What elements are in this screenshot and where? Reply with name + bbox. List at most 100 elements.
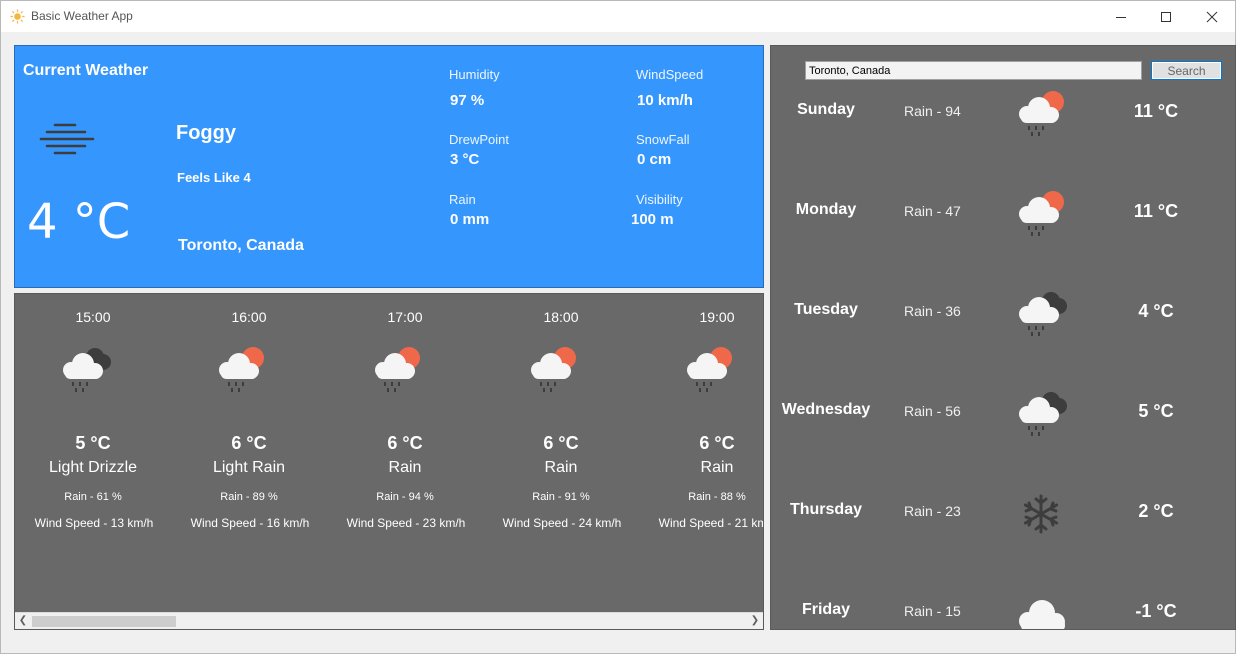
hour-temperature: 6 °C [231, 433, 267, 453]
scroll-right-icon[interactable]: ❯ [749, 615, 761, 627]
scroll-left-icon[interactable]: ❮ [17, 615, 29, 627]
rain-value: 0 mm [450, 211, 490, 228]
hour-condition: Light Drizzle [48, 459, 138, 476]
hour-condition: Rain [388, 459, 422, 476]
hour-time: 17:00 [387, 309, 423, 325]
hour-temperature: 5 °C [75, 433, 111, 453]
hour-temperature: 6 °C [387, 433, 423, 453]
cloud-sun-rain-icon [531, 347, 576, 392]
close-button[interactable] [1189, 1, 1235, 32]
snowflake-icon [1023, 494, 1059, 534]
visibility-label: Visibility [636, 192, 683, 207]
humidity-value: 97 % [450, 92, 485, 109]
day-name: Sunday [797, 101, 855, 118]
hour-rain-chance: Rain - 88 % [688, 491, 746, 503]
fog-icon [39, 123, 95, 155]
hourly-item: 18:00 6 °C Rain Rain - 91 % Wind Speed -… [483, 294, 639, 604]
daily-item: Monday Rain - 47 11 °C [771, 154, 1235, 254]
windspeed-value: 10 km/h [637, 92, 693, 109]
snowfall-value: 0 cm [637, 151, 672, 168]
daily-forecast-panel: Sunday Rain - 94 11 °C Monday Rain - 47 … [770, 45, 1236, 630]
hour-rain-chance: Rain - 89 % [220, 491, 278, 503]
daily-item: Wednesday Rain - 56 5 °C [771, 354, 1235, 454]
day-rain: Rain - 36 [904, 303, 961, 319]
visibility-value: 100 m [631, 211, 674, 228]
cloud-sun-rain-icon [1019, 91, 1064, 136]
humidity-label: Humidity [449, 67, 500, 82]
day-name: Thursday [789, 501, 862, 518]
day-temperature: 4 °C [1138, 301, 1174, 321]
snowfall-label: SnowFall [636, 132, 690, 147]
day-temperature: 11 °C [1133, 201, 1179, 221]
windspeed-label: WindSpeed [636, 67, 704, 82]
title-bar: Basic Weather App [1, 1, 1235, 32]
day-rain: Rain - 15 [904, 603, 961, 619]
day-name: Monday [795, 201, 857, 218]
scrollbar-thumb[interactable] [32, 616, 176, 627]
sun-app-icon [10, 9, 25, 24]
hour-wind-speed: Wind Speed - 13 km/h [34, 516, 154, 530]
current-location: Toronto, Canada [178, 237, 304, 254]
cloud-night-rain-icon [63, 348, 111, 392]
maximize-icon [1161, 11, 1171, 22]
feels-like: Feels Like 4 [177, 170, 251, 185]
cloud-sun-rain-icon [219, 347, 264, 392]
cloud-night-rain-icon [1019, 292, 1067, 336]
hour-time: 15:00 [75, 309, 111, 325]
day-name: Friday [801, 601, 850, 618]
day-rain: Rain - 56 [904, 403, 961, 419]
daily-item: Friday Rain - 15 -1 °C [771, 554, 1235, 629]
day-temperature: 5 °C [1138, 401, 1174, 421]
app-window: Basic Weather App Current Weather 4 °C F… [0, 0, 1236, 654]
day-temperature: -1 °C [1135, 601, 1177, 621]
daily-item: Thursday Rain - 23 2 °C [771, 454, 1235, 554]
hour-wind-speed: Wind Speed - 23 km/h [346, 516, 466, 530]
current-condition: Foggy [176, 122, 236, 144]
hour-condition: Light Rain [212, 459, 286, 476]
hourly-item: 16:00 6 °C Light Rain Rain - 89 % Wind S… [171, 294, 327, 604]
cloud-night-rain-icon [1019, 392, 1067, 436]
window-title: Basic Weather App [31, 9, 133, 23]
day-rain: Rain - 94 [904, 103, 961, 119]
daily-item: Tuesday Rain - 36 4 °C [771, 254, 1235, 354]
cloud-sun-rain-icon [375, 347, 420, 392]
day-temperature: 2 °C [1138, 501, 1174, 521]
hour-wind-speed: Wind Speed - 21 km/h [658, 516, 763, 530]
current-weather-panel: Current Weather 4 °C Foggy Feels Like 4 … [14, 45, 764, 288]
hour-temperature: 6 °C [543, 433, 579, 453]
day-name: Tuesday [794, 301, 858, 318]
day-rain: Rain - 47 [904, 203, 961, 219]
hourly-item: 19:00 6 °C Rain Rain - 88 % Wind Speed -… [639, 294, 763, 604]
dewpoint-label: DrewPoint [449, 132, 509, 147]
day-rain: Rain - 23 [904, 503, 961, 519]
current-temperature: 4 °C [27, 194, 131, 250]
horizontal-scrollbar[interactable]: ❮ ❯ [15, 612, 763, 629]
day-name: Wednesday [781, 401, 871, 418]
minimize-button[interactable] [1098, 1, 1144, 32]
hour-wind-speed: Wind Speed - 16 km/h [190, 516, 310, 530]
cloud-icon [1019, 600, 1065, 629]
hour-time: 18:00 [543, 309, 579, 325]
search-button[interactable]: Search [1151, 61, 1222, 80]
close-icon [1206, 11, 1218, 22]
current-weather-title: Current Weather [23, 62, 149, 79]
maximize-button[interactable] [1143, 1, 1189, 32]
hour-condition: Rain [544, 459, 578, 476]
hour-rain-chance: Rain - 91 % [532, 491, 590, 503]
hourly-forecast-panel[interactable]: 15:00 5 °C Light Drizzle Rain - 61 % Win… [14, 293, 764, 630]
hour-wind-speed: Wind Speed - 24 km/h [502, 516, 622, 530]
cloud-sun-rain-icon [1019, 191, 1064, 236]
hour-rain-chance: Rain - 94 % [376, 491, 434, 503]
rain-label: Rain [449, 192, 476, 207]
dewpoint-value: 3 °C [450, 151, 480, 168]
hourly-item: 17:00 6 °C Rain Rain - 94 % Wind Speed -… [327, 294, 483, 604]
hour-condition: Rain [700, 459, 734, 476]
minimize-icon [1116, 16, 1126, 18]
day-temperature: 11 °C [1133, 101, 1179, 121]
cloud-sun-rain-icon [687, 347, 732, 392]
hour-time: 19:00 [699, 309, 735, 325]
hourly-item: 15:00 5 °C Light Drizzle Rain - 61 % Win… [15, 294, 171, 604]
hour-rain-chance: Rain - 61 % [64, 491, 122, 503]
hour-time: 16:00 [231, 309, 267, 325]
location-search-input[interactable] [805, 61, 1142, 80]
